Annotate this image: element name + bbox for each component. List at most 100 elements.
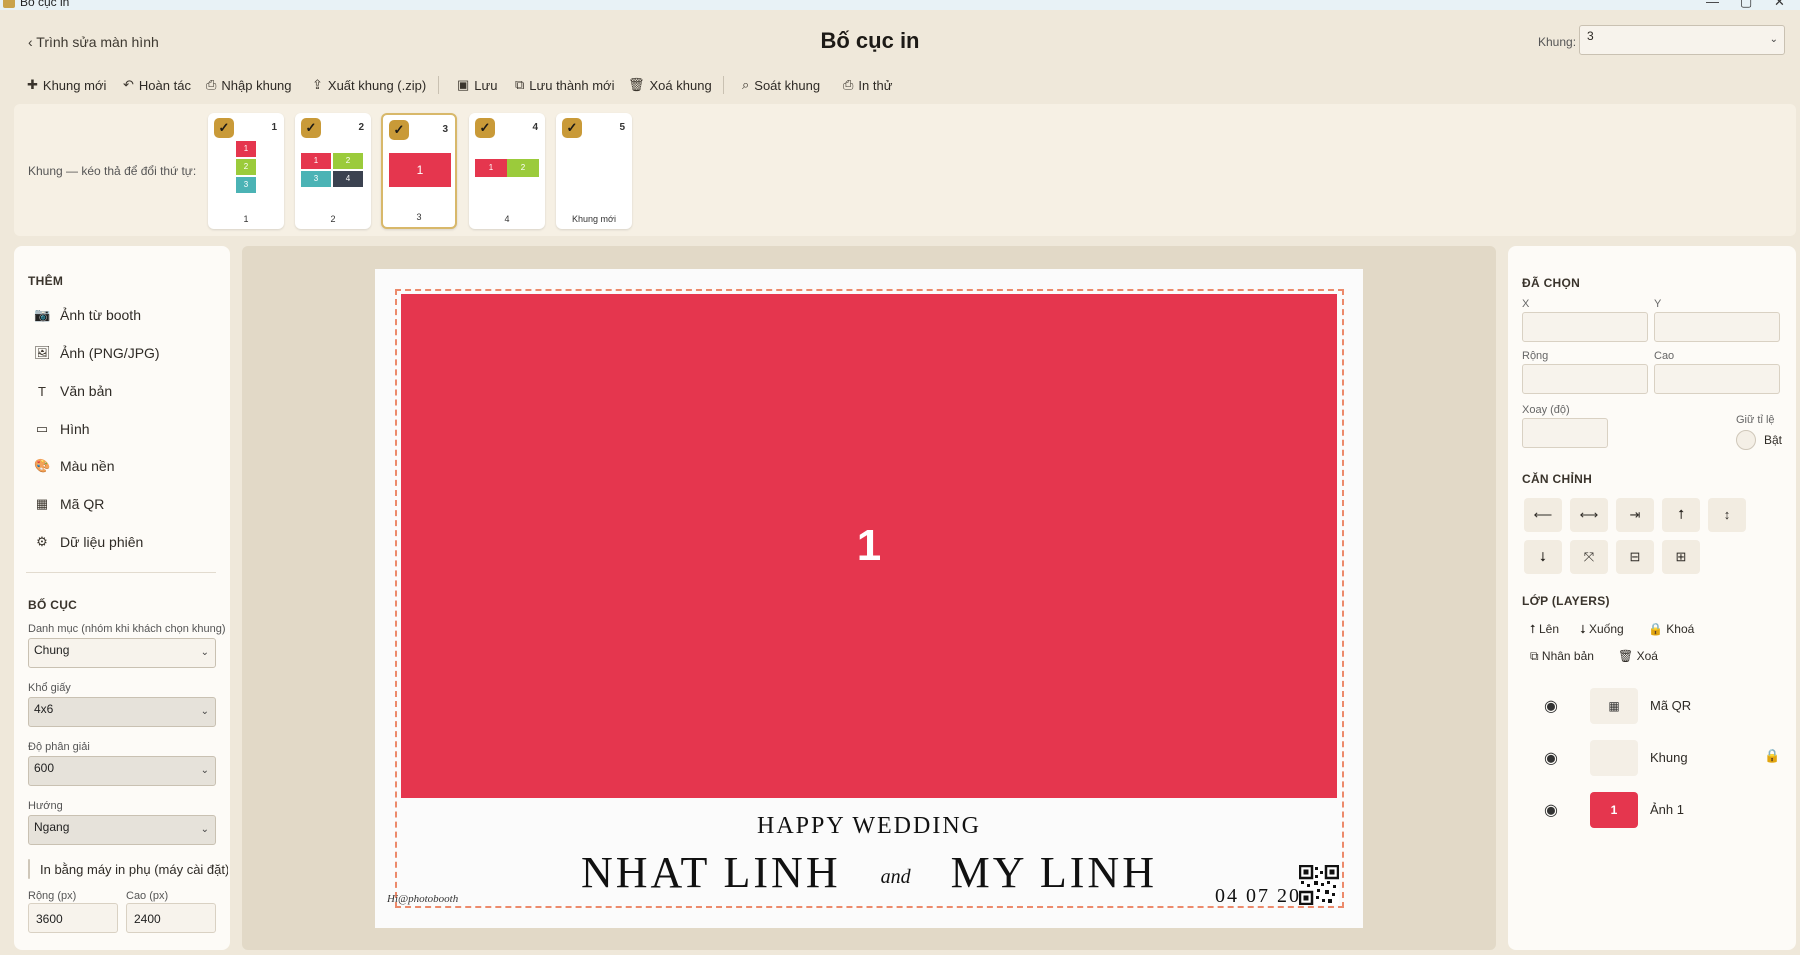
print-test-button[interactable]: ⎙ In thử [843,74,892,96]
layer-duplicate-button[interactable]: ⧉ Nhân bản [1530,649,1594,664]
happy-wedding-text[interactable]: HAPPY WEDDING [375,813,1363,840]
paper-size-select[interactable]: 4x6 ⌄ [28,697,216,727]
x-input[interactable] [1522,312,1648,342]
distribute-grid-button[interactable]: ⊞ [1662,540,1700,574]
copy-icon: ⧉ [515,77,525,92]
mini-photo-slot: 1 [475,159,507,177]
add-session-data-button[interactable]: ⚙ Dữ liệu phiên [34,534,143,550]
checkbox-checked-icon[interactable]: ✓ [475,118,495,138]
aux-printer-toggle[interactable]: In bằng máy in phụ (máy cài đặt) [28,859,228,879]
maximize-icon[interactable]: ▢ [1740,0,1752,10]
width-input[interactable] [1522,364,1648,394]
frame-thumb-5[interactable]: ✓ 5 Khung mới [556,113,632,229]
checkbox-checked-icon[interactable]: ✓ [562,118,582,138]
height-input[interactable] [1654,364,1780,394]
layout-section-title: BỐ CỤC [28,598,78,612]
distribute-h-button[interactable]: ⊟ [1616,540,1654,574]
layer-row[interactable]: ◉ ▦ Mã QR [1538,686,1778,726]
y-label: Y [1654,298,1662,310]
rotation-input[interactable] [1522,418,1608,448]
checkbox-checked-icon[interactable]: ✓ [214,118,234,138]
frame-number: 1 [271,122,277,133]
print-paper[interactable]: 1 HAPPY WEDDING NHAT LINH and MY LINH Hi@p… [375,269,1363,928]
new-frame-button[interactable]: ✚ Khung mới [27,74,106,96]
toolbar-divider [723,76,724,94]
layer-down-button[interactable]: ⭣ Xuống [1580,622,1624,637]
add-background-button[interactable]: 🎨 Màu nền [34,458,114,474]
height-label: Cao [1654,350,1675,362]
palette-icon: 🎨 [34,458,51,473]
add-section-title: THÊM [28,274,64,288]
qr-code-icon[interactable] [1298,864,1340,906]
layer-row[interactable]: ◉ Khung 🔒 [1538,738,1780,778]
frame-caption: 3 [416,212,422,222]
plus-icon: ✚ [27,77,38,92]
name-1-text: NHAT LINH [581,848,841,897]
layer-up-button[interactable]: ⭡ Lên [1530,622,1559,637]
frame-thumb-1[interactable]: ✓ 1 1 2 3 1 [208,113,284,229]
checkbox-checked-icon[interactable]: ✓ [389,120,409,140]
chevron-down-icon: ⌄ [1769,34,1778,45]
align-center-h-button[interactable]: ⟷ [1570,498,1608,532]
canvas-area[interactable]: 1 HAPPY WEDDING NHAT LINH and MY LINH Hi@p… [242,246,1496,950]
layer-lock-button[interactable]: 🔒 Khoá [1648,622,1694,636]
name-2-text: MY LINH [950,848,1157,897]
frame-caption: 1 [243,214,249,224]
review-frame-button[interactable]: ⌕ Soát khung [742,74,820,96]
add-item-label: Màu nền [60,458,115,474]
frame-thumb-2[interactable]: ✓ 2 1 2 3 4 2 [295,113,371,229]
export-label: Xuất khung (.zip) [327,77,427,93]
add-qr-button[interactable]: ▦ Mã QR [34,496,105,512]
layer-delete-button[interactable]: 🗑 Xoá [1618,649,1658,663]
mini-photo-slot: 2 [236,159,256,175]
align-bottom-button[interactable]: ⭣ [1524,540,1562,574]
print-test-label: In thử [858,77,893,93]
width-input[interactable]: 3600 [28,903,118,933]
frame-select[interactable]: 3 ⌄ [1579,25,1785,55]
export-button[interactable]: ⇪ Xuất khung (.zip) [312,74,426,96]
aux-printer-checkbox[interactable] [28,859,30,879]
add-item-label: Mã QR [60,496,105,512]
resolution-label: Độ phân giải [28,741,90,753]
new-frame-label: Khung mới [42,77,107,93]
chevron-down-icon: ⌄ [200,706,209,717]
save-as-button[interactable]: ⧉ Lưu thành mới [515,74,614,96]
save-label: Lưu [474,77,498,93]
brand-text[interactable]: Hi@photobooth [387,893,458,905]
resolution-select[interactable]: 600 ⌄ [28,756,216,786]
add-booth-photo-button[interactable]: 📷 Ảnh từ booth [34,307,141,323]
close-icon[interactable]: ✕ [1774,0,1785,10]
align-right-button[interactable]: ⇥ [1616,498,1654,532]
height-input[interactable]: 2400 [126,903,216,933]
checkbox-checked-icon[interactable]: ✓ [301,118,321,138]
and-text: and [880,866,911,888]
eye-icon[interactable]: ◉ [1544,696,1558,716]
undo-button[interactable]: ↶ Hoàn tác [123,74,191,96]
frame-thumb-4[interactable]: ✓ 4 1 2 4 [469,113,545,229]
save-button[interactable]: ▣ Lưu [457,74,497,96]
lock-icon[interactable]: 🔒 [1764,748,1780,764]
category-select[interactable]: Chung ⌄ [28,638,216,668]
align-middle-v-button[interactable]: ↕ [1708,498,1746,532]
fit-button[interactable]: ⤧ [1570,540,1608,574]
printer-icon: ⎙ [843,77,854,92]
keep-ratio-checkbox[interactable] [1736,430,1756,450]
resolution-value: 600 [34,761,55,775]
text-icon: T [38,383,46,399]
align-top-button[interactable]: ⭡ [1662,498,1700,532]
y-input[interactable] [1654,312,1780,342]
add-image-button[interactable]: 🖼 Ảnh (PNG/JPG) [34,345,160,361]
minimize-icon[interactable]: — [1706,0,1719,9]
add-shape-button[interactable]: ▭ Hình [34,421,90,437]
add-text-button[interactable]: T Văn bản [34,383,112,399]
eye-icon[interactable]: ◉ [1544,748,1558,768]
frame-thumb-3[interactable]: ✓ 3 1 3 [381,113,457,229]
align-left-button[interactable]: ⟵ [1524,498,1562,532]
orientation-select[interactable]: Ngang ⌄ [28,815,216,845]
eye-icon[interactable]: ◉ [1544,800,1558,820]
import-button[interactable]: ⎙ Nhập khung [206,74,292,96]
undo-icon: ↶ [123,77,134,92]
delete-frame-button[interactable]: 🗑 Xoá khung [628,74,712,96]
layer-row[interactable]: ◉ 1 Ảnh 1 [1538,790,1778,830]
window-titlebar: Bố cục in — ▢ ✕ [0,0,1800,10]
